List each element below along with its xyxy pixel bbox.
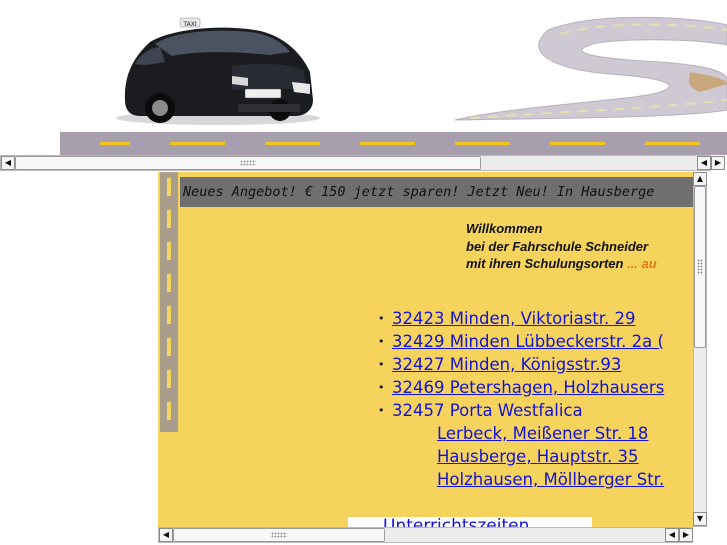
- header-banner: TAXI: [0, 0, 727, 155]
- inner-vertical-scrollbar[interactable]: ▲ ▼: [693, 172, 707, 527]
- arrow-left-icon: ◀: [668, 530, 676, 539]
- list-item: Lerbeck, Meißener Str. 18: [378, 422, 693, 445]
- scroll-right-button[interactable]: ▶: [711, 156, 725, 170]
- sublocation-link-holzhausen[interactable]: Holzhausen, Möllberger Str.: [437, 468, 664, 491]
- road-dash: [170, 142, 225, 145]
- arrow-down-icon: ▼: [696, 514, 704, 523]
- welcome-line-3: mit ihren Schulungsorten ... au: [466, 255, 693, 273]
- scroll-left-button[interactable]: ◀: [1, 156, 15, 170]
- list-item: Hausberge, Hauptstr. 35: [378, 445, 693, 468]
- page: TAXI ◀ ◀ ▶ Neues Angebot! € 150 jetzt sp…: [0, 0, 727, 545]
- inner-horizontal-scrollbar[interactable]: ◀: [158, 527, 693, 543]
- sublocation-link-lerbeck[interactable]: Lerbeck, Meißener Str. 18: [437, 422, 648, 445]
- stripe-dash: [167, 242, 171, 260]
- ticker-text: Neues Angebot! € 150 jetzt sparen! Jetzt…: [183, 184, 655, 200]
- list-item: Holzhausen, Möllberger Str.: [378, 468, 693, 491]
- inner-scroll-left-button[interactable]: ◀: [159, 528, 173, 542]
- stripe-dash: [167, 306, 171, 324]
- grip-icon: [240, 160, 256, 166]
- list-item: • 32469 Petershagen, Holzhausers: [378, 376, 693, 399]
- news-ticker: Neues Angebot! € 150 jetzt sparen! Jetzt…: [180, 177, 693, 207]
- decorative-road-stripe: [160, 172, 178, 432]
- arrow-left-icon: ◀: [700, 158, 708, 167]
- road-dash: [100, 142, 130, 145]
- arrow-up-icon: ▲: [696, 174, 704, 183]
- bullet-icon: •: [378, 358, 385, 371]
- list-item: • 32427 Minden, Königsstr.93: [378, 353, 693, 376]
- taxi-roof-sign: TAXI: [182, 21, 196, 28]
- bullet-icon: •: [378, 312, 385, 325]
- sublocation-link-hausberge[interactable]: Hausberge, Hauptstr. 35: [437, 445, 639, 468]
- stripe-dash: [167, 210, 171, 228]
- road-dash: [645, 142, 700, 145]
- welcome-block: Willkommen bei der Fahrschule Schneider …: [466, 220, 693, 273]
- arrow-left-icon: ◀: [162, 530, 170, 539]
- stripe-dash: [167, 274, 171, 292]
- welcome-more-text: ... au: [623, 256, 657, 271]
- location-label-porta-westfalica: 32457 Porta Westfalica: [392, 401, 583, 420]
- road-dash: [360, 142, 415, 145]
- welcome-line-2: bei der Fahrschule Schneider: [466, 238, 649, 254]
- arrow-left-icon: ◀: [4, 158, 12, 167]
- stripe-dash: [167, 402, 171, 420]
- welcome-line-3-text: mit ihren Schulungsorten: [466, 256, 624, 271]
- road-dash: [455, 142, 510, 145]
- road-strip: [60, 132, 727, 155]
- scroll-thumb[interactable]: [15, 156, 481, 170]
- location-link-minden-luebbeckerstr[interactable]: 32429 Minden Lübbeckerstr. 2a (: [392, 330, 664, 353]
- bullet-icon: •: [378, 335, 385, 348]
- list-item: • 32457 Porta Westfalica: [378, 399, 693, 422]
- road-dash: [550, 142, 605, 145]
- bullet-icon: •: [378, 404, 385, 417]
- location-list: • 32423 Minden, Viktoriastr. 29 • 32429 …: [378, 307, 693, 491]
- scroll-up-button[interactable]: ▲: [693, 172, 707, 186]
- location-link-minden-viktoriastr[interactable]: 32423 Minden, Viktoriastr. 29: [392, 307, 636, 330]
- scroll-left-button-right-end[interactable]: ◀: [697, 156, 711, 170]
- stripe-dash: [167, 338, 171, 356]
- road-dash: [265, 142, 320, 145]
- grip-icon: [697, 259, 703, 275]
- top-horizontal-scrollbar[interactable]: ◀: [0, 155, 711, 171]
- welcome-line-1: Willkommen: [466, 221, 543, 236]
- inner-scroll-left-button-right-end[interactable]: ◀: [665, 528, 679, 542]
- scroll-down-button[interactable]: ▼: [693, 512, 707, 526]
- stripe-dash: [167, 178, 171, 196]
- frame-border: [156, 172, 158, 527]
- inner-scroll-thumb[interactable]: [173, 528, 385, 542]
- arrow-right-icon: ▶: [714, 158, 722, 167]
- taxi-car-image: TAXI: [116, 17, 320, 125]
- grip-icon: [271, 532, 287, 538]
- list-item: • 32429 Minden Lübbeckerstr. 2a (: [378, 330, 693, 353]
- road-swirl-graphic: [454, 16, 727, 121]
- arrow-right-icon: ▶: [682, 530, 690, 539]
- bullet-icon: •: [378, 381, 385, 394]
- location-link-petershagen[interactable]: 32469 Petershagen, Holzhausers: [392, 376, 664, 399]
- stripe-dash: [167, 370, 171, 388]
- list-item: • 32423 Minden, Viktoriastr. 29: [378, 307, 693, 330]
- location-link-minden-koenigsstr[interactable]: 32427 Minden, Königsstr.93: [392, 353, 621, 376]
- inner-scroll-right-button[interactable]: ▶: [679, 528, 693, 542]
- vertical-scroll-thumb[interactable]: [694, 186, 706, 348]
